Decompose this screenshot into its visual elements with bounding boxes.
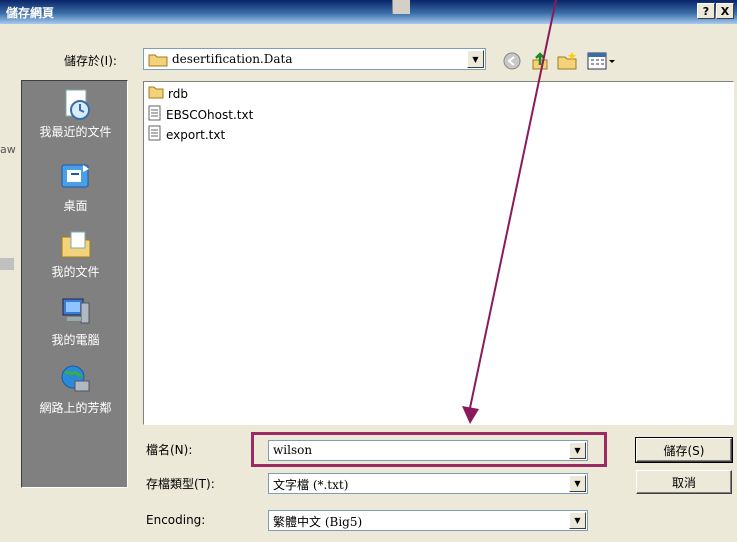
save-dialog: 儲存網頁 ? X aw 儲存於(I): desertification.Data… (0, 0, 737, 542)
annotation-arrow (462, 0, 557, 424)
